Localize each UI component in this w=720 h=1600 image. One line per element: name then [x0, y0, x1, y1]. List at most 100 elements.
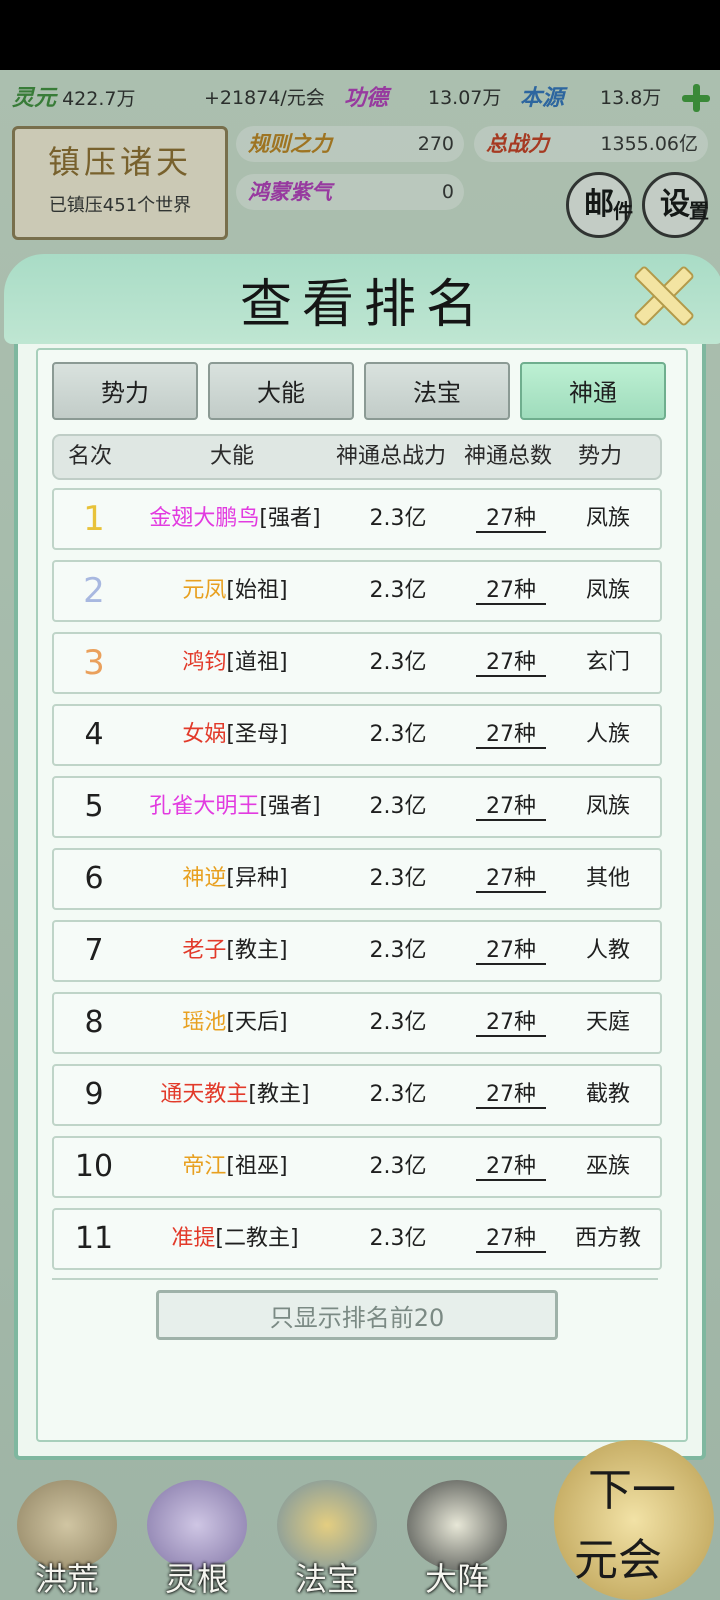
row-power: 2.3亿 — [369, 506, 427, 531]
row-master: 帝江[祖巫] — [132, 1138, 338, 1196]
row-count[interactable]: 27种 — [466, 634, 556, 692]
row-count-link[interactable]: 27种 — [476, 1082, 546, 1109]
row-master-title: [圣母] — [226, 722, 288, 747]
row-rank: 9 — [84, 1077, 104, 1112]
nav-linggen-label: 灵根 — [164, 1560, 229, 1598]
table-row[interactable]: 2 元凤[始祖] 2.3亿 27种 凤族 — [52, 560, 662, 622]
row-rank: 1 — [83, 499, 105, 539]
row-master-name: 帝江 — [182, 1154, 227, 1179]
row-count-link[interactable]: 27种 — [476, 578, 546, 605]
row-count-link[interactable]: 27种 — [476, 1154, 546, 1181]
row-count[interactable]: 27种 — [466, 706, 556, 764]
row-faction: 天庭 — [585, 1010, 630, 1035]
row-master-name: 鸿钧 — [182, 650, 227, 675]
ranking-list: 1 金翅大鹏鸟[强者] 2.3亿 27种 凤族 2 元凤[始祖] 2.3亿 27种 凤族 3 鸿钧[道… — [52, 488, 662, 1278]
row-master: 老子[教主] — [132, 922, 338, 980]
row-count-link[interactable]: 27种 — [476, 866, 546, 893]
ranking-tabs: 势力 大能 法宝 神通 — [52, 362, 672, 422]
tab-treasure[interactable]: 法宝 — [364, 362, 510, 420]
row-power: 2.3亿 — [369, 578, 427, 603]
row-power: 2.3亿 — [369, 1082, 427, 1107]
row-faction: 凤族 — [585, 506, 630, 531]
table-row[interactable]: 9 通天教主[教主] 2.3亿 27种 截教 — [52, 1064, 662, 1126]
row-faction: 其他 — [585, 866, 630, 891]
row-faction: 人教 — [585, 938, 630, 963]
row-master-title: [始祖] — [226, 578, 288, 603]
nav-fabao[interactable]: 法宝 — [262, 1470, 392, 1600]
row-count[interactable]: 27种 — [466, 562, 556, 620]
row-master-name: 女娲 — [182, 722, 227, 747]
row-rank: 5 — [84, 789, 104, 824]
row-faction: 凤族 — [585, 794, 630, 819]
col-total-count: 神通总数 — [464, 444, 553, 469]
table-header: 名次 大能 神通总战力 神通总数 势力 — [52, 434, 662, 480]
row-count-link[interactable]: 27种 — [476, 1226, 546, 1253]
table-row[interactable]: 8 瑶池[天后] 2.3亿 27种 天庭 — [52, 992, 662, 1054]
row-count[interactable]: 27种 — [466, 1210, 556, 1268]
row-rank: 11 — [74, 1221, 114, 1256]
row-master-title: [强者] — [259, 794, 321, 819]
row-count[interactable]: 27种 — [466, 994, 556, 1052]
row-master: 准提[二教主] — [132, 1210, 338, 1268]
next-row-edge — [52, 1278, 658, 1284]
row-power: 2.3亿 — [369, 650, 427, 675]
row-power: 2.3亿 — [369, 1010, 427, 1035]
row-master-title: [强者] — [259, 506, 321, 531]
row-count[interactable]: 27种 — [466, 850, 556, 908]
row-rank: 6 — [84, 861, 104, 896]
table-row[interactable]: 11 准提[二教主] 2.3亿 27种 西方教 — [52, 1208, 662, 1270]
table-row[interactable]: 10 帝江[祖巫] 2.3亿 27种 巫族 — [52, 1136, 662, 1198]
row-count-link[interactable]: 27种 — [476, 506, 546, 533]
row-count[interactable]: 27种 — [466, 1138, 556, 1196]
row-rank: 8 — [84, 1005, 104, 1040]
row-count-link[interactable]: 27种 — [476, 794, 546, 821]
show-top20-button[interactable]: 只显示排名前20 — [156, 1290, 558, 1340]
tab-master[interactable]: 大能 — [208, 362, 354, 420]
row-count-link[interactable]: 27种 — [476, 722, 546, 749]
row-count[interactable]: 27种 — [466, 490, 556, 548]
table-row[interactable]: 6 神逆[异种] 2.3亿 27种 其他 — [52, 848, 662, 910]
row-master-name: 孔雀大明王 — [149, 794, 260, 819]
row-master-title: [异种] — [226, 866, 288, 891]
close-icon[interactable] — [630, 262, 692, 324]
row-master: 神逆[异种] — [132, 850, 338, 908]
table-row[interactable]: 7 老子[教主] 2.3亿 27种 人教 — [52, 920, 662, 982]
row-faction: 西方教 — [574, 1226, 641, 1251]
col-total-power: 神通总战力 — [336, 444, 447, 469]
row-master: 金翅大鹏鸟[强者] — [132, 490, 338, 548]
table-row[interactable]: 5 孔雀大明王[强者] 2.3亿 27种 凤族 — [52, 776, 662, 838]
next-epoch-button[interactable]: 下一 元会 — [554, 1440, 714, 1600]
table-row[interactable]: 1 金翅大鹏鸟[强者] 2.3亿 27种 凤族 — [52, 488, 662, 550]
row-power: 2.3亿 — [369, 1154, 427, 1179]
row-master-name: 老子 — [182, 938, 227, 963]
row-rank: 4 — [84, 717, 104, 752]
next-epoch-line1: 下一 — [588, 1465, 676, 1516]
table-row[interactable]: 4 女娲[圣母] 2.3亿 27种 人族 — [52, 704, 662, 766]
nav-honghuang[interactable]: 洪荒 — [2, 1470, 132, 1600]
table-row[interactable]: 3 鸿钧[道祖] 2.3亿 27种 玄门 — [52, 632, 662, 694]
tab-divine-power[interactable]: 神通 — [520, 362, 666, 420]
row-master-name: 神逆 — [182, 866, 227, 891]
row-count-link[interactable]: 27种 — [476, 1010, 546, 1037]
row-count[interactable]: 27种 — [466, 1066, 556, 1124]
row-power: 2.3亿 — [369, 866, 427, 891]
nav-dazhen[interactable]: 大阵 — [392, 1470, 522, 1600]
row-rank: 7 — [84, 933, 104, 968]
nav-linggen[interactable]: 灵根 — [132, 1470, 262, 1600]
row-rank: 2 — [83, 571, 105, 611]
tab-faction[interactable]: 势力 — [52, 362, 198, 420]
row-rank: 3 — [83, 643, 105, 683]
row-faction: 人族 — [585, 722, 630, 747]
row-count-link[interactable]: 27种 — [476, 650, 546, 677]
row-faction: 巫族 — [585, 1154, 630, 1179]
nav-fabao-label: 法宝 — [294, 1560, 359, 1598]
row-count-link[interactable]: 27种 — [476, 938, 546, 965]
row-master-name: 通天教主 — [160, 1082, 249, 1107]
row-power: 2.3亿 — [369, 794, 427, 819]
row-count[interactable]: 27种 — [466, 922, 556, 980]
row-count[interactable]: 27种 — [466, 778, 556, 836]
nav-honghuang-label: 洪荒 — [34, 1560, 99, 1598]
bottom-nav: 洪荒 灵根 法宝 大阵 下一 元会 — [0, 1430, 720, 1600]
row-power: 2.3亿 — [369, 1226, 427, 1251]
row-master-title: [祖巫] — [226, 1154, 288, 1179]
